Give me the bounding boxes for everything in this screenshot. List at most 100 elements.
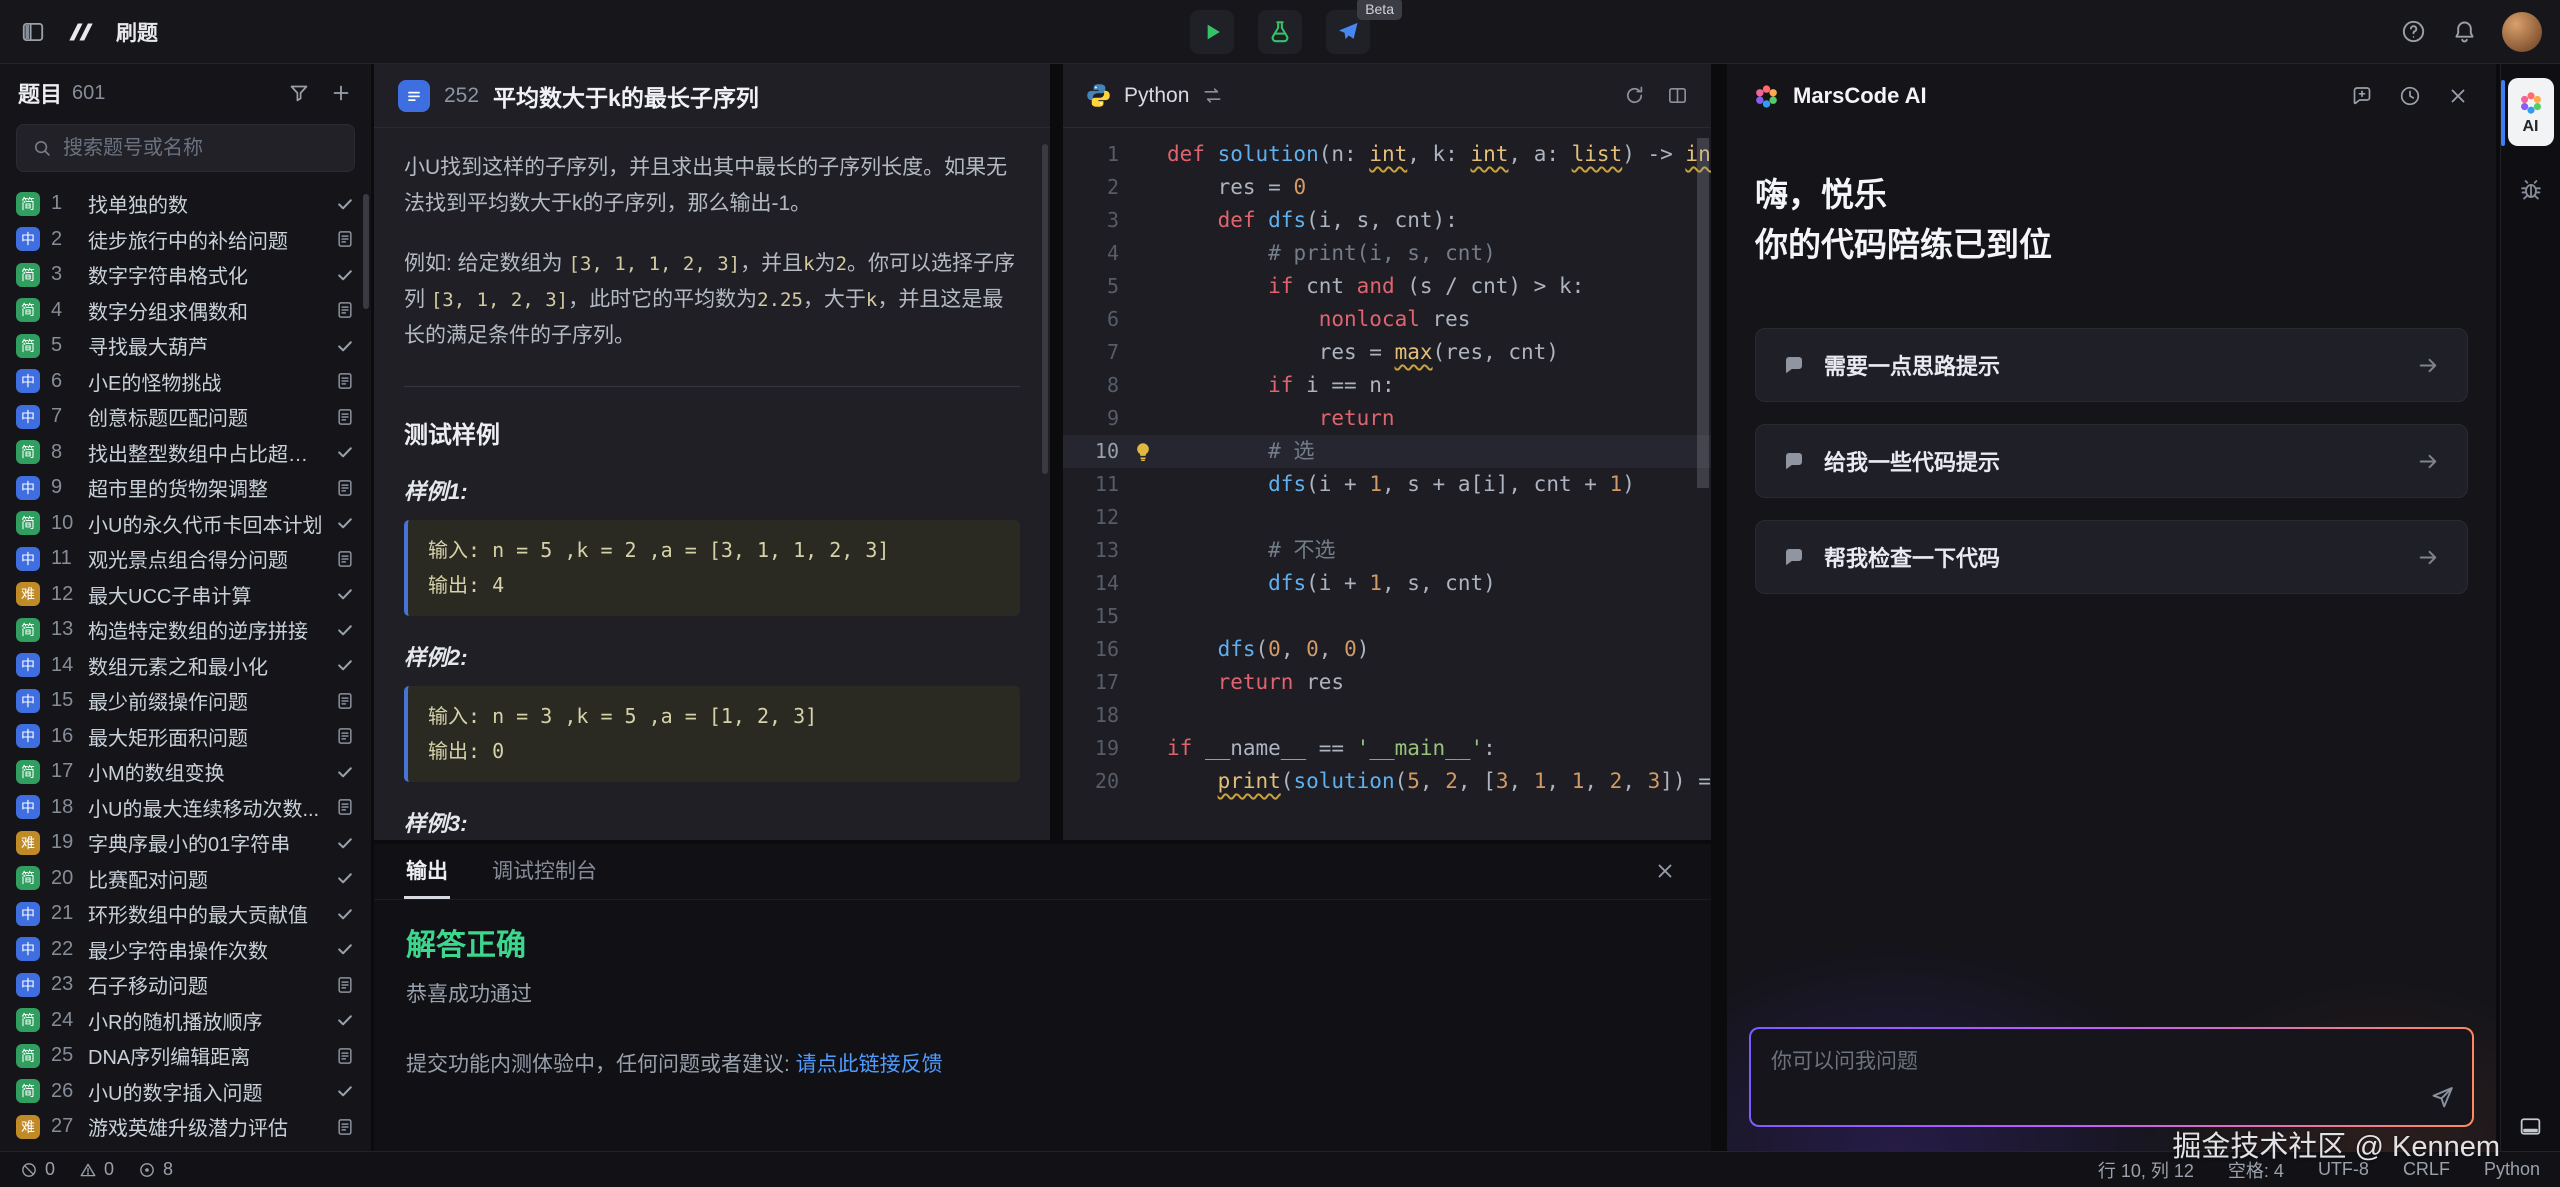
close-output-icon[interactable]: [1653, 859, 1677, 888]
check-icon: [335, 442, 355, 462]
flask-icon: [1267, 19, 1293, 45]
output-tab[interactable]: 调试控制台: [490, 841, 599, 899]
difficulty-badge: 简: [16, 334, 40, 358]
difficulty-badge: 简: [16, 760, 40, 784]
history-icon[interactable]: [2398, 84, 2422, 108]
problem-list-item[interactable]: 简20比赛配对问题: [0, 861, 371, 897]
new-chat-icon[interactable]: [2350, 84, 2374, 108]
problem-list-item[interactable]: 简10小U的永久代币卡回本计划: [0, 506, 371, 542]
problem-list-item[interactable]: 中11观光景点组合得分问题: [0, 541, 371, 577]
ai-question-input[interactable]: [1751, 1029, 2472, 1125]
check-icon: [335, 584, 355, 604]
problem-list-item[interactable]: 中18小U的最大连续移动次数...: [0, 790, 371, 826]
warnings-indicator[interactable]: 0: [79, 1159, 114, 1180]
language-swap-icon[interactable]: [1201, 84, 1224, 107]
language-label[interactable]: Python: [1124, 84, 1189, 108]
errors-indicator[interactable]: 0: [20, 1159, 55, 1180]
problem-list-item[interactable]: 简13构造特定数组的逆序拼接: [0, 612, 371, 648]
code-line: 20 print(solution(5, 2, [3, 1, 1, 2, 3])…: [1063, 765, 1711, 798]
problem-list-item[interactable]: 简26小U的数字插入问题: [0, 1074, 371, 1110]
problem-list-item[interactable]: 难19字典序最小的01字符串: [0, 825, 371, 861]
bell-icon[interactable]: [2451, 18, 2478, 45]
problem-list-item[interactable]: 简25DNA序列编辑距离: [0, 1038, 371, 1074]
problem-list-item[interactable]: 中14数组元素之和最小化: [0, 648, 371, 684]
ai-rail-button[interactable]: AI: [2508, 78, 2554, 146]
problem-list-item[interactable]: 中22最少字符串操作次数: [0, 932, 371, 968]
run-button[interactable]: [1190, 10, 1234, 54]
problem-title: 最少字符串操作次数: [88, 935, 324, 964]
difficulty-badge: 难: [16, 831, 40, 855]
problem-list-item[interactable]: 简24小R的随机播放顺序: [0, 1003, 371, 1039]
sample-input: 输入: n = 3 ,k = 5 ,a = [1, 2, 3]: [428, 699, 1000, 734]
problem-number: 18: [51, 796, 77, 819]
sidebar-toggle-icon[interactable]: [20, 19, 46, 45]
feedback-link[interactable]: 请点此链接反馈: [796, 1053, 943, 1076]
help-icon[interactable]: [2400, 18, 2427, 45]
warning-icon: [79, 1161, 97, 1179]
problem-list-item[interactable]: 简1找单独的数: [0, 186, 371, 222]
problem-number: 6: [51, 370, 77, 393]
code-line: 5 if cnt and (s / cnt) > k:: [1063, 270, 1711, 303]
gutter-space: [1119, 666, 1167, 699]
problem-list-item[interactable]: 简17小M的数组变换: [0, 754, 371, 790]
code-editor-panel[interactable]: Python 1def soluti: [1063, 64, 1711, 840]
problem-list-item[interactable]: 中21环形数组中的最大贡献值: [0, 896, 371, 932]
reset-code-icon[interactable]: [1623, 84, 1646, 107]
add-problem-icon[interactable]: [329, 81, 353, 105]
chat-bubble-icon: [1782, 449, 1806, 473]
split-view-icon[interactable]: [1666, 84, 1689, 107]
line-number: 16: [1063, 633, 1119, 666]
problem-number: 17: [51, 760, 77, 783]
panel-toggle-icon[interactable]: [2518, 1114, 2543, 1139]
code-line: 14 dfs(i + 1, s, cnt): [1063, 567, 1711, 600]
debug-rail-icon[interactable]: [2518, 176, 2544, 202]
problem-paragraph: 例如: 给定数组为 [3, 1, 1, 2, 3]，并且k为2。你可以选择子序列…: [404, 246, 1020, 354]
problem-list-item[interactable]: 中15最少前缀操作问题: [0, 683, 371, 719]
problem-list-item[interactable]: 难27游戏英雄升级潜力评估: [0, 1109, 371, 1145]
problem-list-item[interactable]: 简5寻找最大葫芦: [0, 328, 371, 364]
test-button[interactable]: [1258, 10, 1302, 54]
problem-list-item[interactable]: 难12最大UCC子串计算: [0, 577, 371, 613]
problem-scrollbar[interactable]: [1042, 144, 1048, 474]
check-icon: [335, 868, 355, 888]
code-line: 13 # 不选: [1063, 534, 1711, 567]
check-icon: [335, 655, 355, 675]
problem-list-item[interactable]: 中9超市里的货物架调整: [0, 470, 371, 506]
filter-icon[interactable]: [287, 81, 311, 105]
ai-suggestion-card[interactable]: 给我一些代码提示: [1755, 424, 2468, 498]
sample-label: 样例3:: [404, 806, 1020, 838]
difficulty-badge: 简: [16, 263, 40, 287]
problem-list-item[interactable]: 中6小E的怪物挑战: [0, 364, 371, 400]
problem-list-item[interactable]: 中2徒步旅行中的补给问题: [0, 222, 371, 258]
ai-suggestion-card[interactable]: 需要一点思路提示: [1755, 328, 2468, 402]
note-icon: [335, 691, 355, 711]
note-icon: [335, 1046, 355, 1066]
problem-title: 构造特定数组的逆序拼接: [88, 615, 324, 644]
ai-suggestion-card[interactable]: 帮我检查一下代码: [1755, 520, 2468, 594]
deploy-button[interactable]: Beta: [1326, 10, 1370, 54]
line-number: 15: [1063, 600, 1119, 633]
chat-bubble-icon: [1782, 353, 1806, 377]
gutter-space: [1119, 600, 1167, 633]
problem-list-item[interactable]: 中16最大矩形面积问题: [0, 719, 371, 755]
send-icon[interactable]: [2429, 1083, 2456, 1115]
editor-scrollbar[interactable]: [1697, 138, 1709, 488]
output-tab[interactable]: 输出: [404, 841, 450, 899]
problem-title: 数字分组求偶数和: [88, 296, 324, 325]
code-line: 19if __name__ == '__main__':: [1063, 732, 1711, 765]
problem-list-item[interactable]: 中7创意标题匹配问题: [0, 399, 371, 435]
problem-list-item[interactable]: 简8找出整型数组中占比超过...: [0, 435, 371, 471]
problem-list-item[interactable]: 中23石子移动问题: [0, 967, 371, 1003]
sidebar-scrollbar[interactable]: [363, 194, 369, 309]
close-ai-icon[interactable]: [2446, 84, 2470, 108]
avatar[interactable]: [2502, 12, 2542, 52]
notifications-indicator[interactable]: 8: [138, 1159, 173, 1180]
lightbulb-icon[interactable]: [1119, 435, 1167, 468]
difficulty-badge: 简: [16, 1008, 40, 1032]
sample-output: 输出: 4: [428, 568, 1000, 603]
problem-number: 20: [51, 867, 77, 890]
problem-list-item[interactable]: 简3数字字符串格式化: [0, 257, 371, 293]
search-input[interactable]: [63, 137, 340, 160]
problem-list-item[interactable]: 简4数字分组求偶数和: [0, 293, 371, 329]
code-lines[interactable]: 1def solution(n: int, k: int, a: list) -…: [1063, 128, 1711, 798]
